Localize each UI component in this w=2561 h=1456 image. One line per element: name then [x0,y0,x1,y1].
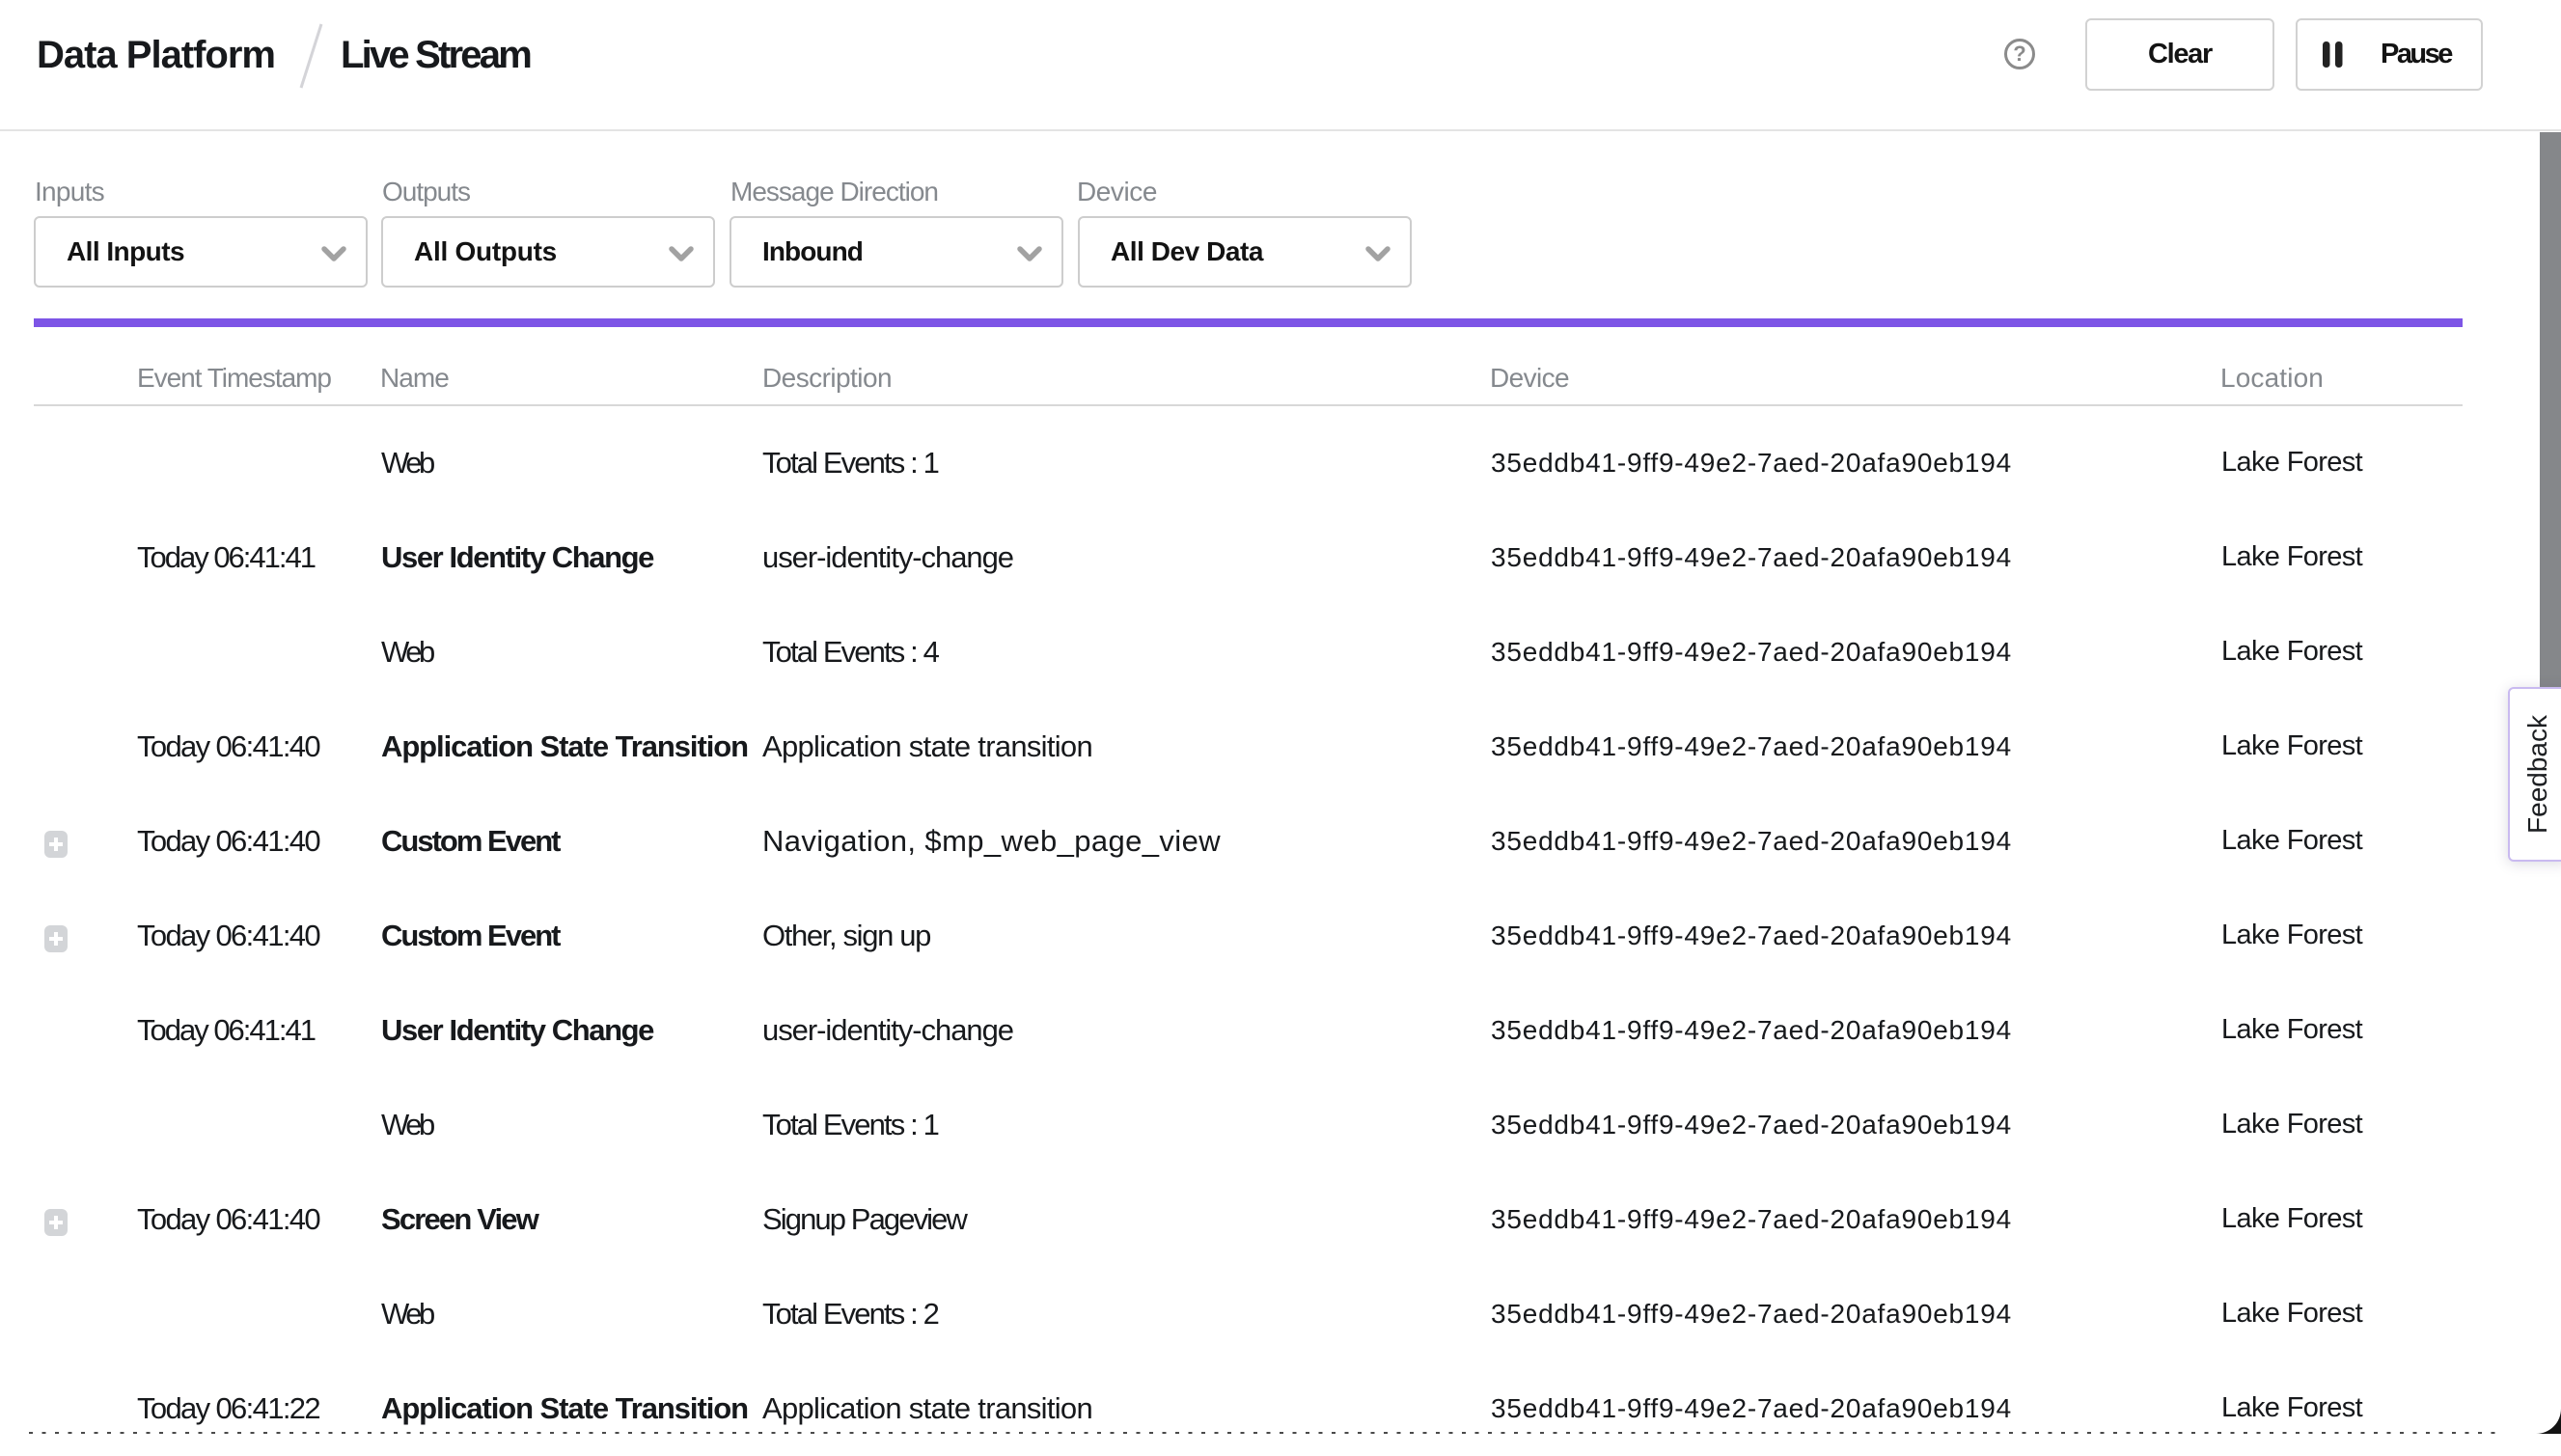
svg-text:?: ? [2013,41,2025,66]
